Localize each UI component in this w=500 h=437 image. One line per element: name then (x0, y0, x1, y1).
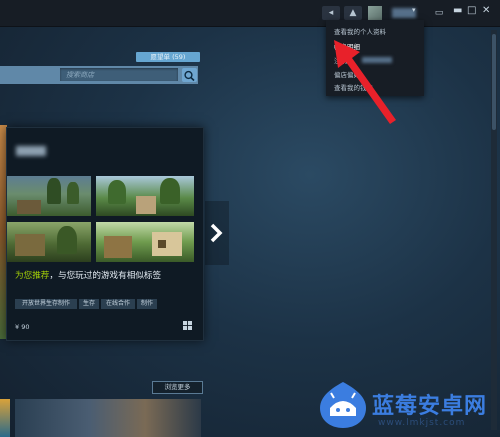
tag-item[interactable]: 制作 (137, 299, 157, 309)
screenshot-thumbnail[interactable] (96, 176, 194, 216)
search-icon (184, 70, 195, 82)
wishlist-button[interactable]: 愿望单 (59) (136, 52, 200, 62)
block-shape (15, 234, 45, 256)
chevron-down-icon[interactable]: ▾ (412, 6, 416, 14)
carousel-next-button[interactable] (205, 201, 229, 265)
tag-item[interactable]: 在线合作 (101, 299, 135, 309)
block-shape (158, 240, 166, 248)
chevron-right-icon (210, 223, 223, 243)
block-shape (152, 232, 182, 256)
block-shape (136, 196, 156, 214)
minimize-icon[interactable]: ▬ (453, 5, 462, 16)
annotation-arrow (334, 40, 396, 124)
tree-shape (57, 226, 77, 254)
bottom-carousel-item[interactable] (15, 399, 201, 437)
maximize-icon[interactable]: □ (467, 5, 476, 16)
tree-shape (67, 182, 79, 204)
screenshot-thumbnail[interactable] (96, 222, 194, 262)
bottom-carousel-item[interactable] (0, 399, 10, 437)
close-icon[interactable]: ✕ (482, 5, 490, 16)
block-shape (104, 236, 132, 258)
recommendation-text: 为您推荐，与您玩过的游戏有相似标签 (15, 271, 195, 282)
avatar[interactable] (368, 6, 382, 20)
watermark-url: www.lmkjst.com (378, 418, 466, 428)
menu-item-view-profile[interactable]: 查看我的个人资料 (334, 26, 386, 36)
screenshot-thumbnail[interactable] (7, 222, 91, 262)
screenshot-thumbnail[interactable] (7, 176, 91, 216)
tree-shape (47, 178, 61, 204)
recommendation-reason: ，与您玩过的游戏有相似标签 (49, 271, 162, 281)
watermark-brand: 蓝莓安卓网 (372, 394, 488, 419)
game-title (16, 146, 46, 156)
search-input[interactable]: 搜索商店 (60, 68, 178, 81)
recommendation-prefix: 为您推荐 (15, 271, 50, 281)
block-shape (17, 200, 41, 214)
notification-icon[interactable]: ▲ (344, 6, 362, 20)
windows-icon (183, 321, 192, 330)
titlebar: ◂ ▲ ▾ ▭ ▬ □ ✕ (0, 0, 500, 27)
browse-more-button[interactable]: 浏览更多 (152, 381, 203, 394)
watermark-logo-icon (320, 382, 366, 428)
tag-item[interactable]: 生存 (79, 299, 99, 309)
search-placeholder: 搜索商店 (66, 71, 94, 79)
bigpicture-icon[interactable]: ▭ (432, 6, 446, 20)
tree-shape (160, 178, 180, 204)
scrollbar-thumb[interactable] (492, 34, 496, 130)
tag-item[interactable]: 开放世界生存制作 (15, 299, 77, 309)
search-button[interactable] (182, 68, 197, 82)
tree-shape (108, 180, 126, 204)
price-label: ¥ 90 (15, 323, 30, 331)
announce-icon[interactable]: ◂ (322, 6, 340, 20)
